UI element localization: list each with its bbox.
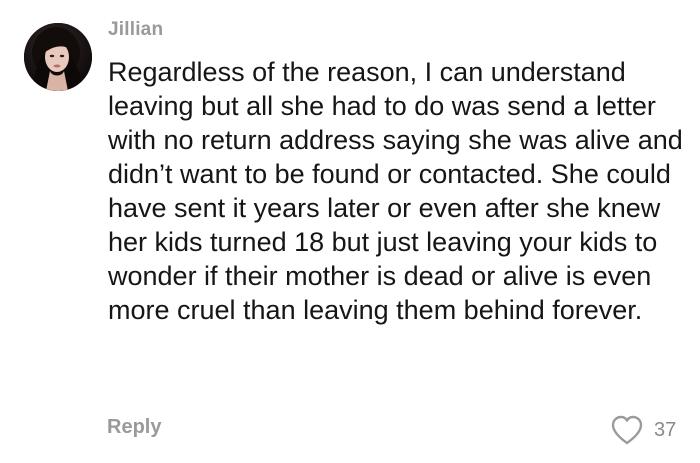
comment-author[interactable]: Jillian — [108, 19, 163, 41]
avatar[interactable] — [24, 23, 92, 91]
avatar-photo — [24, 23, 92, 91]
reply-button[interactable]: Reply — [107, 416, 161, 439]
comment-body: Regardless of the reason, I can understa… — [108, 57, 683, 325]
heart-icon[interactable] — [610, 414, 644, 446]
comment-card: Jillian Regardless of the reason, I can … — [0, 0, 700, 463]
like-control[interactable]: 37 — [610, 413, 676, 447]
like-count: 37 — [654, 418, 677, 441]
